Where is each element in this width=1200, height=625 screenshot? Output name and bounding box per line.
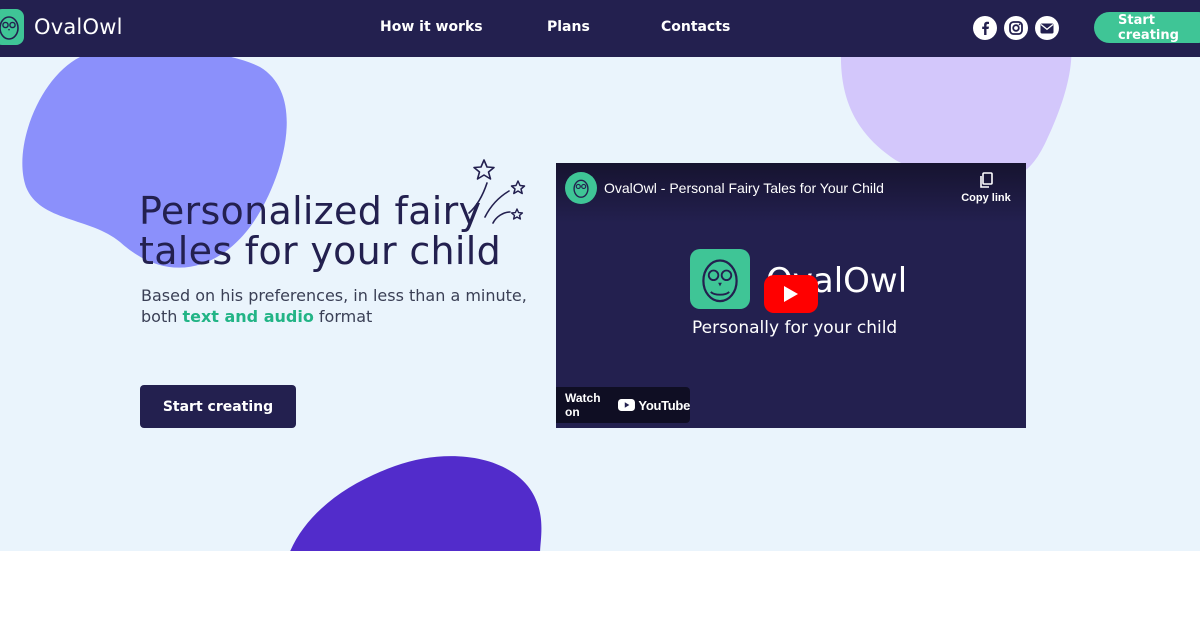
owl-icon [573, 179, 589, 198]
headline-line-2: tales for your child [139, 229, 502, 273]
facebook-icon[interactable] [973, 16, 997, 40]
video-title[interactable]: OvalOwl - Personal Fairy Tales for Your … [604, 180, 884, 196]
subtitle-text: both [141, 307, 183, 326]
nav-link-plans[interactable]: Plans [547, 19, 590, 35]
channel-avatar[interactable] [565, 172, 597, 204]
copy-icon [980, 172, 993, 188]
nav-link-contacts[interactable]: Contacts [661, 19, 730, 35]
brand-name: OvalOwl [34, 15, 123, 39]
watch-on-youtube-button[interactable]: Watch on YouTube [556, 387, 690, 423]
nav-link-how-it-works[interactable]: How it works [380, 19, 483, 35]
youtube-icon [618, 399, 636, 411]
video-embed[interactable]: OvalOwl - Personal Fairy Tales for Your … [556, 163, 1026, 428]
instagram-icon[interactable] [1004, 16, 1028, 40]
nav-start-creating-button[interactable]: Start creating [1094, 12, 1200, 43]
watch-on-label: Watch on [565, 391, 601, 419]
top-navbar: OvalOwl How it works Plans Contacts Star… [0, 0, 1200, 57]
blob-blue [22, 57, 287, 268]
hero-start-creating-button[interactable]: Start creating [140, 385, 296, 428]
owl-icon [690, 249, 750, 309]
hero-section: Personalized fairy tales for your child … [0, 57, 1200, 551]
video-tagline: Personally for your child [692, 318, 898, 338]
subtitle-line-2: both text and audio format [141, 306, 541, 327]
play-button[interactable] [764, 275, 818, 313]
copy-link-label: Copy link [961, 192, 1011, 204]
hero-subtitle: Based on his preferences, in less than a… [141, 285, 541, 327]
subtitle-line-1: Based on his preferences, in less than a… [141, 286, 527, 305]
copy-link-button[interactable]: Copy link [956, 172, 1016, 204]
blob-violet [290, 456, 542, 551]
subtitle-highlight: text and audio [182, 307, 314, 326]
stars-icon [468, 159, 526, 224]
owl-icon [0, 9, 24, 45]
mail-icon[interactable] [1035, 16, 1059, 40]
brand[interactable]: OvalOwl [0, 9, 123, 45]
subtitle-text-end: format [313, 307, 373, 326]
youtube-wordmark: YouTube [638, 397, 690, 413]
play-icon [784, 286, 798, 302]
